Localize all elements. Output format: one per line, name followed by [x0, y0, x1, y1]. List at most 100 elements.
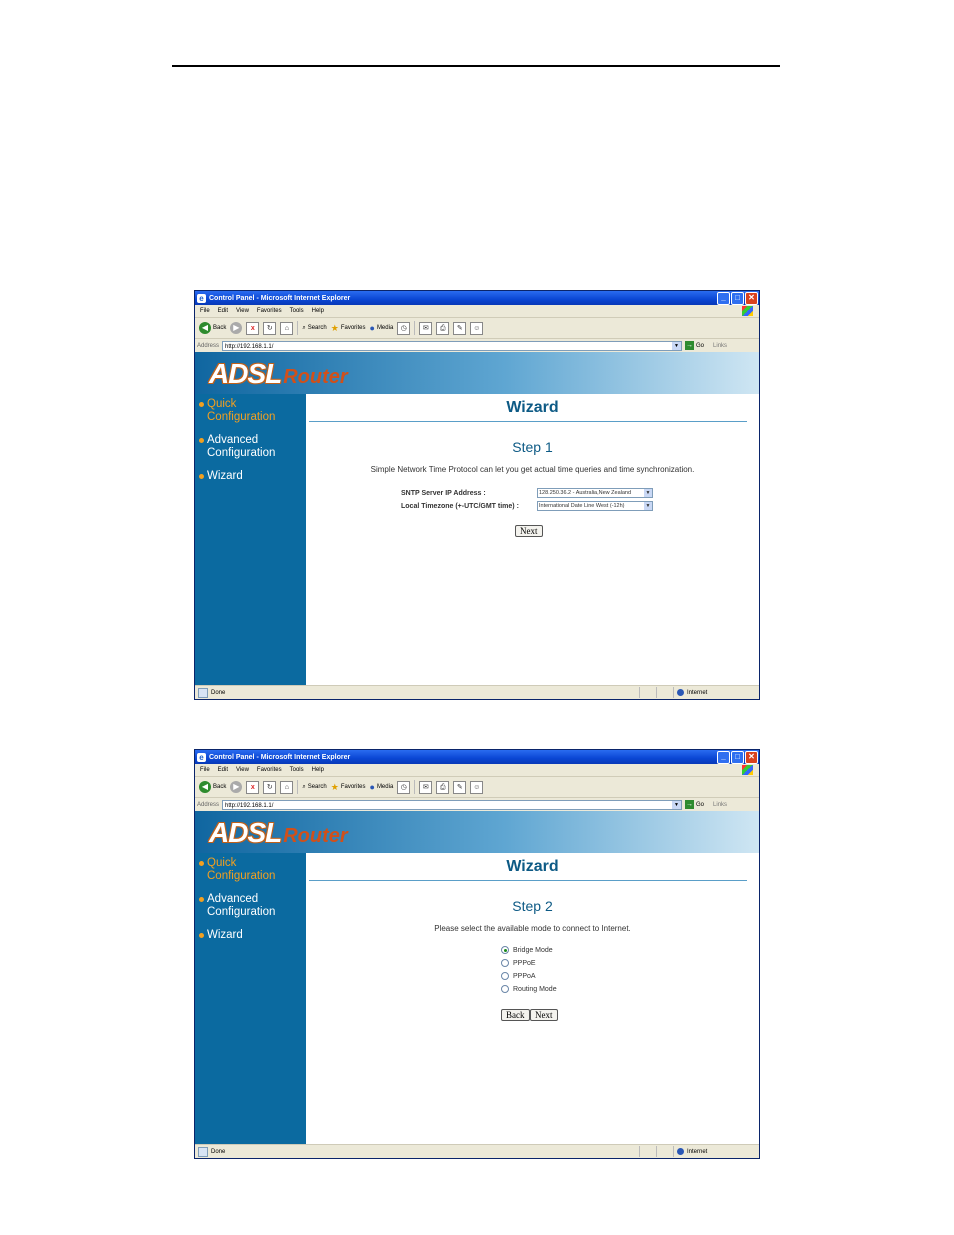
step-heading: Step 2 — [512, 898, 553, 914]
messenger-icon[interactable]: ☺ — [470, 321, 484, 335]
toolbar-separator — [297, 321, 299, 335]
sidebar-item-wizard[interactable]: Wizard — [199, 929, 243, 942]
sidebar-item-quick-configuration[interactable]: Quick Configuration — [199, 857, 275, 883]
status-bar: Done Internet — [195, 1144, 759, 1158]
step-heading: Step 1 — [512, 439, 553, 455]
window-controls: _ □ ✕ — [717, 751, 758, 764]
menu-file[interactable]: File — [200, 767, 210, 773]
close-icon[interactable]: ✕ — [745, 292, 758, 305]
security-zone: Internet — [673, 1146, 759, 1157]
menu-tools[interactable]: Tools — [290, 308, 304, 314]
chevron-down-icon[interactable]: ▼ — [672, 341, 682, 350]
mail-icon[interactable]: ✉ — [419, 321, 433, 335]
menu-view[interactable]: View — [236, 767, 249, 773]
go-arrow-icon: → — [685, 800, 695, 809]
search-button[interactable]: ⌕ Search — [302, 325, 326, 332]
sntp-server-select[interactable]: 128.250.36.2 - Australia,New Zealand ▼ — [537, 488, 653, 498]
timezone-select[interactable]: International Date Line West (-12h) ▼ — [537, 501, 653, 511]
links-button[interactable]: Links — [713, 802, 727, 808]
minimize-icon[interactable]: _ — [717, 751, 730, 764]
menu-help[interactable]: Help — [312, 767, 324, 773]
bullet-icon — [199, 438, 204, 443]
radio-bridge-mode[interactable]: Bridge Mode — [501, 946, 553, 954]
sidebar-item-advanced-configuration[interactable]: Advanced Configuration — [199, 893, 275, 919]
next-button[interactable]: Next — [530, 1009, 558, 1021]
status-cell — [639, 687, 656, 698]
messenger-icon[interactable]: ☺ — [470, 780, 484, 794]
print-icon[interactable]: ⎙ — [436, 780, 450, 794]
menu-help[interactable]: Help — [312, 308, 324, 314]
toolbar-separator — [414, 780, 416, 794]
radio-routing-mode[interactable]: Routing Mode — [501, 985, 557, 993]
address-input[interactable]: http://192.168.1.1/▼ — [222, 799, 683, 810]
menu-favorites[interactable]: Favorites — [257, 308, 282, 314]
forward-arrow-icon[interactable]: ▶ — [230, 322, 243, 334]
maximize-icon[interactable]: □ — [731, 751, 744, 764]
bullet-icon — [199, 402, 204, 407]
sidebar-item-advanced-configuration[interactable]: Advanced Configuration — [199, 434, 275, 460]
radio-pppoa[interactable]: PPPoA — [501, 972, 536, 980]
media-button[interactable]: ● Media — [370, 782, 394, 792]
edit-icon[interactable]: ✎ — [453, 321, 467, 335]
status-bar: Done Internet — [195, 685, 759, 699]
menu-tools[interactable]: Tools — [290, 767, 304, 773]
menu-bar: File Edit View Favorites Tools Help — [195, 764, 759, 777]
refresh-icon[interactable]: ↻ — [263, 321, 277, 335]
media-button[interactable]: ● Media — [370, 323, 394, 333]
menu-favorites[interactable]: Favorites — [257, 767, 282, 773]
mail-icon[interactable]: ✉ — [419, 780, 433, 794]
stop-icon[interactable]: x — [246, 780, 260, 794]
next-button[interactable]: Next — [515, 525, 543, 537]
print-icon[interactable]: ⎙ — [436, 321, 450, 335]
title-bar: e Control Panel - Microsoft Internet Exp… — [195, 291, 759, 305]
search-icon: ⌕ — [302, 324, 306, 331]
menu-edit[interactable]: Edit — [218, 767, 228, 773]
search-icon: ⌕ — [302, 783, 306, 790]
close-icon[interactable]: ✕ — [745, 751, 758, 764]
page-title: Wizard — [506, 399, 559, 416]
sntp-server-label: SNTP Server IP Address : — [401, 489, 486, 497]
router-banner: ADSL Router — [195, 352, 759, 394]
sidebar: Quick Configuration Advanced Configuration… — [195, 853, 306, 1145]
back-button[interactable]: Back — [501, 1009, 530, 1021]
menu-view[interactable]: View — [236, 308, 249, 314]
browser-window-step2: e Control Panel - Microsoft Internet Exp… — [194, 749, 760, 1159]
adsl-router-logo: ADSL Router — [209, 817, 348, 848]
go-button[interactable]: → Go — [685, 800, 704, 809]
back-button[interactable]: ◀ Back — [199, 781, 226, 793]
history-icon[interactable]: ◷ — [397, 780, 411, 794]
minimize-icon[interactable]: _ — [717, 292, 730, 305]
radio-icon — [501, 985, 509, 993]
forward-arrow-icon[interactable]: ▶ — [230, 781, 243, 793]
menu-file[interactable]: File — [200, 308, 210, 314]
sidebar-item-wizard[interactable]: Wizard — [199, 470, 243, 483]
step-description: Please select the available mode to conn… — [434, 924, 631, 933]
favorites-button[interactable]: ★ Favorites — [331, 323, 366, 334]
edit-icon[interactable]: ✎ — [453, 780, 467, 794]
stop-icon[interactable]: x — [246, 321, 260, 335]
address-input[interactable]: http://192.168.1.1/▼ — [222, 340, 683, 351]
favorites-button[interactable]: ★ Favorites — [331, 782, 366, 793]
address-label: Address — [197, 342, 220, 349]
sidebar-item-quick-configuration[interactable]: Quick Configuration — [199, 398, 275, 424]
star-icon: ★ — [330, 322, 339, 333]
browser-window-step1: e Control Panel - Microsoft Internet Exp… — [194, 290, 760, 700]
chevron-down-icon[interactable]: ▼ — [672, 800, 682, 809]
timezone-label: Local Timezone (+-UTC/GMT time) : — [401, 502, 519, 510]
links-button[interactable]: Links — [713, 343, 727, 349]
radio-pppoe[interactable]: PPPoE — [501, 959, 536, 967]
home-icon[interactable]: ⌂ — [280, 321, 294, 335]
bullet-icon — [199, 933, 204, 938]
maximize-icon[interactable]: □ — [731, 292, 744, 305]
menu-edit[interactable]: Edit — [218, 308, 228, 314]
address-label: Address — [197, 801, 220, 808]
go-button[interactable]: → Go — [685, 341, 704, 350]
history-icon[interactable]: ◷ — [397, 321, 411, 335]
back-button[interactable]: ◀ Back — [199, 322, 226, 334]
sidebar: Quick Configuration Advanced Configuration… — [195, 394, 306, 686]
refresh-icon[interactable]: ↻ — [263, 780, 277, 794]
menu-bar: File Edit View Favorites Tools Help — [195, 305, 759, 318]
toolbar-separator — [297, 780, 299, 794]
home-icon[interactable]: ⌂ — [280, 780, 294, 794]
search-button[interactable]: ⌕ Search — [302, 784, 326, 791]
